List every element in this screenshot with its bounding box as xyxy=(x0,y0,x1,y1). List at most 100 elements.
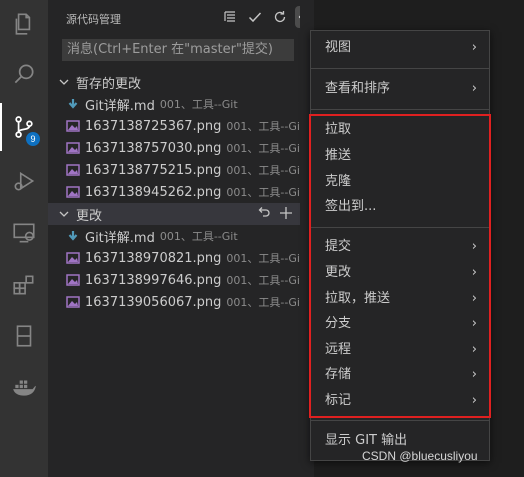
staged-changes-label: 暂存的更改 xyxy=(76,76,142,92)
view-as-tree-button[interactable] xyxy=(220,6,240,28)
menu-item[interactable]: 提交 › xyxy=(311,235,489,259)
markdown-file-icon xyxy=(68,99,78,109)
run-debug-icon[interactable] xyxy=(0,157,48,205)
docker-icon[interactable] xyxy=(0,363,48,411)
chevron-down-icon xyxy=(59,79,69,85)
menu-item-label: 标记 xyxy=(325,393,352,408)
menu-item-label: 视图 xyxy=(325,40,352,55)
menu-item[interactable]: 更改 › xyxy=(311,261,489,285)
changes-header[interactable]: 更改 xyxy=(48,203,300,225)
chevron-right-icon: › xyxy=(471,393,477,408)
menu-item-label: 存储 xyxy=(325,367,352,382)
chevron-right-icon: › xyxy=(471,239,477,254)
search-icon[interactable] xyxy=(0,50,48,98)
menu-item-label: 分支 xyxy=(325,316,352,331)
menu-item[interactable]: 推送 xyxy=(311,144,489,168)
menu-item-label: 签出到... xyxy=(325,199,377,214)
image-file-icon xyxy=(66,252,80,264)
markdown-file-icon xyxy=(68,231,78,241)
menu-item[interactable]: 签出到... xyxy=(311,195,489,219)
staged-changes-header[interactable]: 暂存的更改 xyxy=(48,71,300,93)
file-row[interactable]: 1637138970821.png 001、工具--Git\... xyxy=(48,247,300,269)
source-control-icon[interactable]: 9 xyxy=(0,103,48,151)
file-row[interactable]: Git详解.md 001、工具--Git xyxy=(48,93,300,115)
menu-item[interactable]: 克隆 xyxy=(311,170,489,194)
menu-item[interactable]: 视图 › xyxy=(311,36,489,60)
file-path: 001、工具--Git\... xyxy=(226,120,300,133)
file-path: 001、工具--Git\... xyxy=(226,296,300,309)
chevron-right-icon: › xyxy=(471,40,477,55)
image-file-icon xyxy=(66,274,80,286)
menu-item[interactable]: 分支 › xyxy=(311,312,489,336)
menu-item-label: 远程 xyxy=(325,342,352,357)
file-path: 001、工具--Git\... xyxy=(226,274,300,287)
changes-label: 更改 xyxy=(76,208,103,224)
menu-separator xyxy=(311,68,489,69)
file-name: 1637138970821.png xyxy=(85,250,222,266)
image-file-icon xyxy=(66,120,80,132)
file-path: 001、工具--Git\... xyxy=(226,186,300,199)
image-file-icon xyxy=(66,142,80,154)
file-row[interactable]: 1637138997646.png 001、工具--Git\... xyxy=(48,269,300,291)
menu-item-label: 提交 xyxy=(325,239,352,254)
refresh-button[interactable] xyxy=(270,6,290,28)
file-path: 001、工具--Git xyxy=(159,98,238,111)
menu-item[interactable]: 存储 › xyxy=(311,363,489,387)
commit-message-input[interactable]: 消息(Ctrl+Enter 在"master"提交) xyxy=(62,39,294,61)
chevron-down-icon xyxy=(59,211,69,217)
commit-button[interactable] xyxy=(245,6,265,28)
explorer-icon[interactable] xyxy=(0,0,48,48)
menu-item-label: 拉取 xyxy=(325,122,352,137)
file-row[interactable]: 1637138775215.png 001、工具--Git\... xyxy=(48,159,300,181)
file-row[interactable]: 1637138725367.png 001、工具--Git\... xyxy=(48,115,300,137)
menu-item[interactable]: 查看和排序 › xyxy=(311,77,489,101)
extensions-icon[interactable] xyxy=(0,261,48,309)
file-row[interactable]: 1637138945262.png 001、工具--Git\... xyxy=(48,181,300,203)
menu-item[interactable]: 远程 › xyxy=(311,338,489,362)
chevron-right-icon: › xyxy=(471,342,477,357)
source-control-panel: 源代码管理 消息(Ctrl+Enter 在"master"提交) 暂存的更改 G… xyxy=(48,0,315,477)
panel-title: 源代码管理 xyxy=(66,13,121,26)
commit-message-placeholder: 消息(Ctrl+Enter 在"master"提交) xyxy=(67,42,273,57)
file-path: 001、工具--Git xyxy=(159,230,238,243)
chevron-right-icon: › xyxy=(471,367,477,382)
menu-item-label: 拉取，推送 xyxy=(325,291,391,306)
menu-item-label: 克隆 xyxy=(325,174,352,189)
file-path: 001、工具--Git\... xyxy=(226,142,300,155)
menu-separator xyxy=(311,227,489,228)
device-icon[interactable] xyxy=(0,312,48,360)
file-row[interactable]: Git详解.md 001、工具--Git xyxy=(48,225,300,247)
file-name: 1637138725367.png xyxy=(85,118,222,134)
more-actions-menu: 视图 › 查看和排序 › 拉取 推送 克隆 签出到... 提交 › 更改 › 拉取，推送 › 分支 › 远程 › 存… xyxy=(310,30,490,461)
file-path: 001、工具--Git\... xyxy=(226,252,300,265)
file-name: 1637138945262.png xyxy=(85,184,222,200)
image-file-icon xyxy=(66,186,80,198)
file-name: 1637138997646.png xyxy=(85,272,222,288)
file-name: Git详解.md xyxy=(85,230,155,246)
chevron-right-icon: › xyxy=(471,265,477,280)
file-name: 1637139056067.png xyxy=(85,294,222,310)
file-row[interactable]: 1637139056067.png 001、工具--Git\... xyxy=(48,291,300,313)
menu-separator xyxy=(311,109,489,110)
menu-item[interactable]: 拉取 xyxy=(311,118,489,142)
remote-explorer-icon[interactable] xyxy=(0,209,48,257)
menu-item-label: 推送 xyxy=(325,148,352,163)
menu-item-label: 查看和排序 xyxy=(325,81,391,96)
changes-actions xyxy=(256,205,294,221)
image-file-icon xyxy=(66,164,80,176)
file-name: 1637138775215.png xyxy=(85,162,222,178)
menu-item-label: 更改 xyxy=(325,265,352,280)
chevron-right-icon: › xyxy=(471,291,477,306)
menu-item[interactable]: 标记 › xyxy=(311,389,489,413)
file-row[interactable]: 1637138757030.png 001、工具--Git\... xyxy=(48,137,300,159)
file-name: Git详解.md xyxy=(85,98,155,114)
discard-all-icon[interactable] xyxy=(256,205,272,221)
menu-item[interactable]: 拉取，推送 › xyxy=(311,287,489,311)
chevron-right-icon: › xyxy=(471,81,477,96)
scm-badge: 9 xyxy=(26,132,40,146)
watermark: CSDN @bluecusliyou xyxy=(362,449,478,463)
image-file-icon xyxy=(66,296,80,308)
file-name: 1637138757030.png xyxy=(85,140,222,156)
stage-all-icon[interactable] xyxy=(278,205,294,221)
file-path: 001、工具--Git\... xyxy=(226,164,300,177)
